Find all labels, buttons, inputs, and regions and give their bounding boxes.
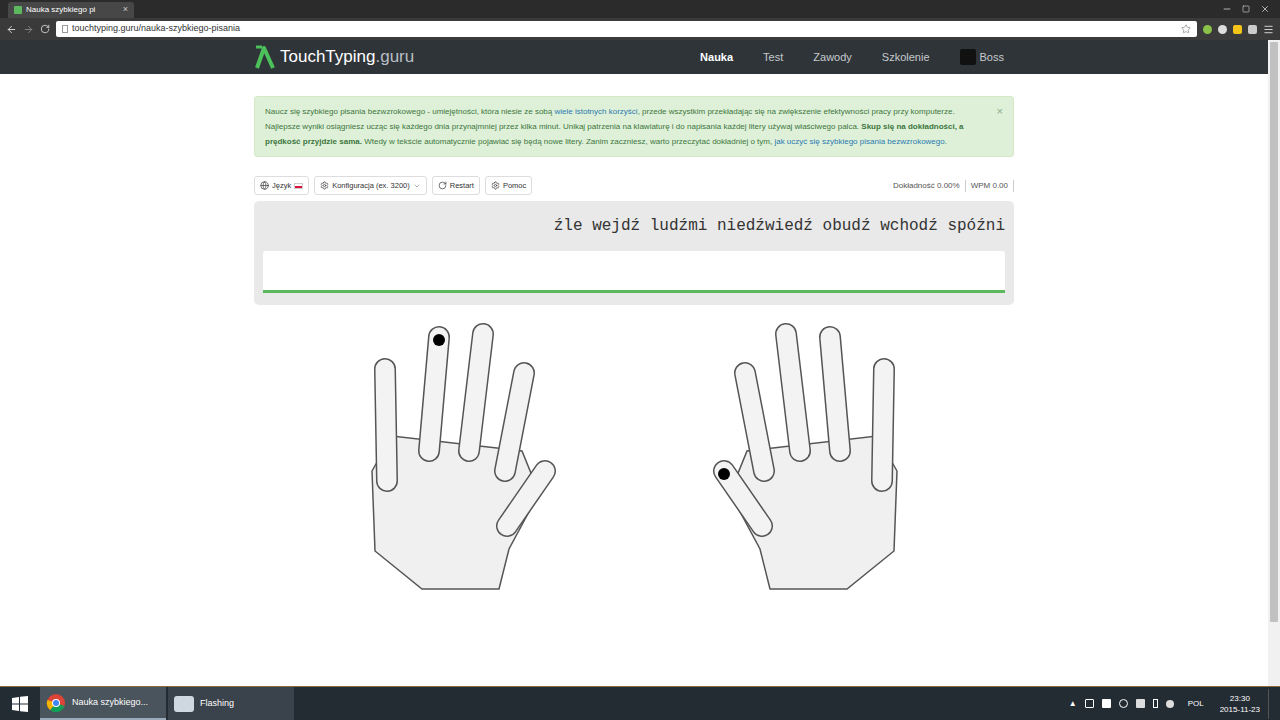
globe-icon [260,181,269,190]
middle-finger [780,331,800,451]
close-icon[interactable] [1260,4,1270,14]
language-indicator[interactable]: POL [1188,698,1204,710]
alert-link[interactable]: wiele istotnych korzyści [554,107,637,116]
battery-icon[interactable] [1153,699,1158,708]
logo-icon [254,44,276,70]
site-logo[interactable]: TouchTyping.guru [254,44,414,70]
typing-panel: źle wejdź ludźmi niedźwiedź obudź wchodź… [254,201,1014,305]
extension-icon[interactable] [1218,25,1227,34]
chrome-icon [46,693,66,713]
tray-icon[interactable] [1102,699,1111,708]
tab-title: Nauka szybkiego pi [26,4,119,16]
browser-toolbar: touchtyping.guru/nauka-szybkiego-pisania [0,18,1280,40]
alert-link[interactable]: jak uczyć się szybkiego pisania bezwzrok… [774,137,944,146]
extension-icon[interactable] [1248,25,1257,34]
maximize-icon[interactable] [1242,5,1250,13]
page-area: TouchTyping.guru Nauka Test Zawody Szkolenie… [0,40,1280,686]
index-finger [505,370,530,471]
tab-strip: Nauka szybkiego pi × [0,0,1280,18]
scroll-thumb[interactable] [1270,42,1278,622]
ring-finger [429,334,445,451]
bookmark-icon[interactable] [1181,24,1191,34]
nav-item[interactable]: Test [763,49,783,66]
system-tray: ▲ POL 23:302015-11-23 [1069,689,1280,719]
windows-icon [12,696,28,712]
taskbar-app[interactable]: Nauka szybkiego... [40,687,166,720]
forward-icon[interactable] [23,24,34,35]
exercise-text: źle wejdź ludźmi niedźwiedź obudź wchodź… [263,213,1005,239]
content: Naucz się szybkiego pisania bezwzrokoweg… [254,74,1014,591]
right-hand [718,331,897,589]
boss-icon [960,49,976,65]
stat: Dokładność 0.00% [888,180,966,192]
start-button[interactable] [0,687,40,720]
extensions [1203,24,1274,35]
info-alert: Naucz się szybkiego pisania bezwzrokoweg… [254,96,1014,157]
extension-icon[interactable] [1233,25,1242,34]
tab-close[interactable]: × [123,3,128,17]
nav-item[interactable]: Zawody [813,49,852,66]
clock[interactable]: 23:302015-11-23 [1220,693,1260,715]
tray-arrow-icon[interactable]: ▲ [1069,698,1077,710]
show-desktop[interactable] [1268,689,1272,719]
extension-icon[interactable] [1203,25,1212,34]
thumb-finger [718,468,762,526]
toolbar-button[interactable]: Restart [432,176,480,195]
restart-icon [438,181,447,190]
gear-icon [320,181,329,190]
screen: Nauka szybkiego pi × touchtyping.guru/nauk… [0,0,1280,720]
taskbar-app[interactable]: Flashing [168,687,294,720]
thumb-finger [507,468,551,526]
taskbar: Nauka szybkiego...Flashing ▲ POL 23:302015-… [0,686,1280,720]
url-text: touchtyping.guru/nauka-szybkiego-pisania [72,22,240,36]
help-icon [491,181,500,190]
caret-icon [413,182,421,190]
nav-item[interactable]: Nauka [700,49,733,66]
toolbar-button[interactable]: Konfiguracja (ex. 3200) [314,176,427,195]
ring-finger [824,334,840,451]
tray-icon[interactable] [1119,699,1128,708]
nav-item[interactable]: Szkolenie [882,49,930,66]
favicon-icon [14,6,22,14]
middle-finger [469,331,489,451]
index-finger [739,370,764,471]
back-icon[interactable] [6,24,17,35]
polish-flag-icon [294,183,303,189]
recorder-icon [174,696,194,712]
alert-close[interactable]: × [997,104,1003,149]
stats: Dokładność 0.00%WPM 0.00 [888,180,1014,192]
nav-item[interactable]: Boss [960,49,1004,66]
scrollbar[interactable] [1268,40,1280,686]
typing-input[interactable] [263,251,1005,293]
hands-icon [347,321,922,591]
page-icon [62,25,68,33]
network-icon[interactable] [1136,699,1145,708]
site-navbar: TouchTyping.guru Nauka Test Zawody Szkolenie… [0,40,1268,74]
left-hand [372,331,551,589]
window-controls [1222,4,1280,14]
browser-tab[interactable]: Nauka szybkiego pi × [8,2,134,18]
toolbar-button[interactable]: Pomoc [485,176,532,195]
stat: WPM 0.00 [966,180,1014,192]
reload-icon[interactable] [40,24,50,34]
hands [254,321,1014,591]
minimize-icon[interactable] [1222,4,1232,14]
exercise-toolbar: Język Konfiguracja (ex. 3200) Restart Pomoc… [254,176,1014,195]
site-nav: Nauka Test Zawody Szkolenie Boss [700,49,1014,66]
pinky-finger [379,366,391,481]
address-bar[interactable]: touchtyping.guru/nauka-szybkiego-pisania [56,21,1197,37]
tray-icon[interactable] [1085,699,1094,708]
volume-icon[interactable] [1166,700,1174,708]
pinky-finger [878,366,890,481]
page: TouchTyping.guru Nauka Test Zawody Szkolenie… [0,40,1268,686]
toolbar-button[interactable]: Język [254,176,309,195]
menu-icon[interactable] [1263,24,1274,35]
